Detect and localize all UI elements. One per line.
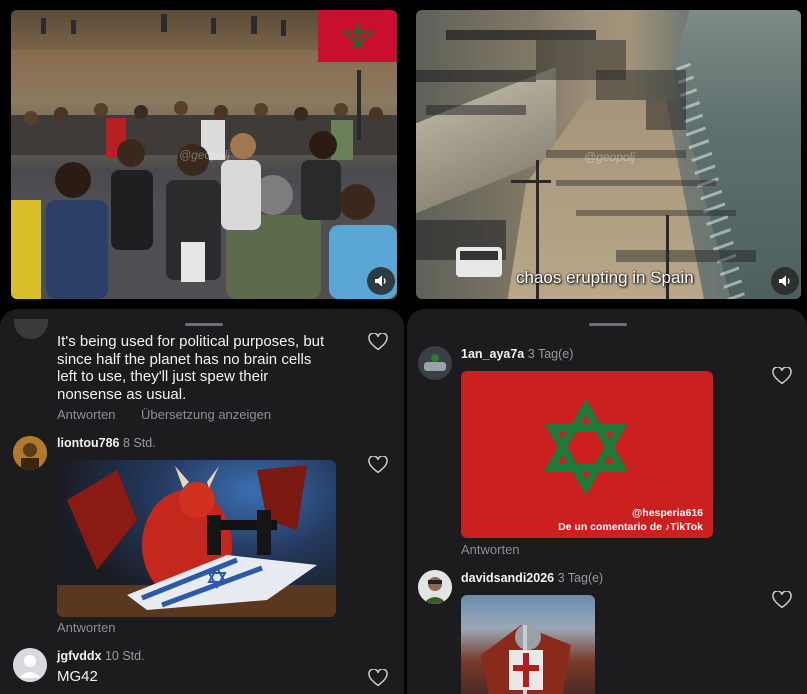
heart-icon[interactable] [772, 367, 792, 385]
avatar-placeholder[interactable] [13, 648, 47, 682]
comment-author[interactable]: jgfvddx 10 Std. [57, 649, 145, 663]
bus [456, 247, 502, 277]
watermark: @geopolj [179, 148, 230, 162]
heart-icon[interactable] [368, 333, 388, 351]
watermark: @geopolj [584, 150, 635, 164]
reply-button[interactable]: Antworten [57, 620, 116, 635]
comment-time: 3 Tag(e) [557, 571, 604, 585]
image-credit-line: De un comentario de ♪TikTok [558, 521, 703, 533]
reply-button[interactable]: Antworten [461, 542, 520, 557]
left-comments-sheet[interactable]: It's being used for political purposes, … [0, 309, 404, 694]
image-credit-handle: @hesperia616 [632, 507, 703, 519]
comment-image-devil-sewing[interactable] [57, 460, 336, 617]
speaker-icon [779, 275, 790, 287]
comment-time: 8 Std. [123, 436, 156, 450]
coastline-crowd-scene: @geopolj [416, 10, 801, 299]
heart-icon[interactable] [772, 591, 792, 609]
morocco-flag-icon [318, 10, 397, 62]
speaker-icon [375, 275, 386, 287]
comment-text: MG42 [57, 668, 98, 685]
comment-author[interactable]: davidsandi2026 3 Tag(e) [461, 571, 603, 585]
avatar[interactable] [418, 570, 452, 604]
translate-button[interactable]: Übersetzung anzeigen [141, 407, 271, 422]
sheet-grabber[interactable] [185, 323, 223, 326]
avatar[interactable] [418, 346, 452, 380]
left-video-player[interactable]: @geopolj [11, 10, 397, 299]
volume-button[interactable] [367, 267, 395, 295]
heart-icon[interactable] [368, 669, 388, 687]
comment-image-crusader[interactable] [461, 595, 595, 694]
comment-author[interactable]: liontou786 8 Std. [57, 436, 156, 450]
reply-button[interactable]: Antworten [57, 407, 116, 422]
right-video-player[interactable]: @geopolj chaos erupting in Spain [416, 10, 801, 299]
volume-button[interactable] [771, 267, 799, 295]
comment-time: 3 Tag(e) [527, 347, 574, 361]
comment-time: 10 Std. [104, 649, 145, 663]
comment-text: It's being used for political purposes, … [57, 333, 325, 403]
comment-author[interactable]: 1an_aya7a 3 Tag(e) [461, 347, 573, 361]
avatar[interactable] [13, 436, 47, 470]
sheet-grabber[interactable] [589, 323, 627, 326]
avatar[interactable] [14, 319, 48, 339]
video-caption: chaos erupting in Spain [516, 268, 694, 287]
comment-image-flag[interactable]: @hesperia616 De un comentario de ♪TikTok [461, 371, 713, 538]
heart-icon[interactable] [368, 456, 388, 474]
crowd-road-scene: @geopolj [11, 10, 397, 299]
right-comments-sheet[interactable]: 1an_aya7a 3 Tag(e) @hesperia616 De un co… [407, 309, 807, 694]
